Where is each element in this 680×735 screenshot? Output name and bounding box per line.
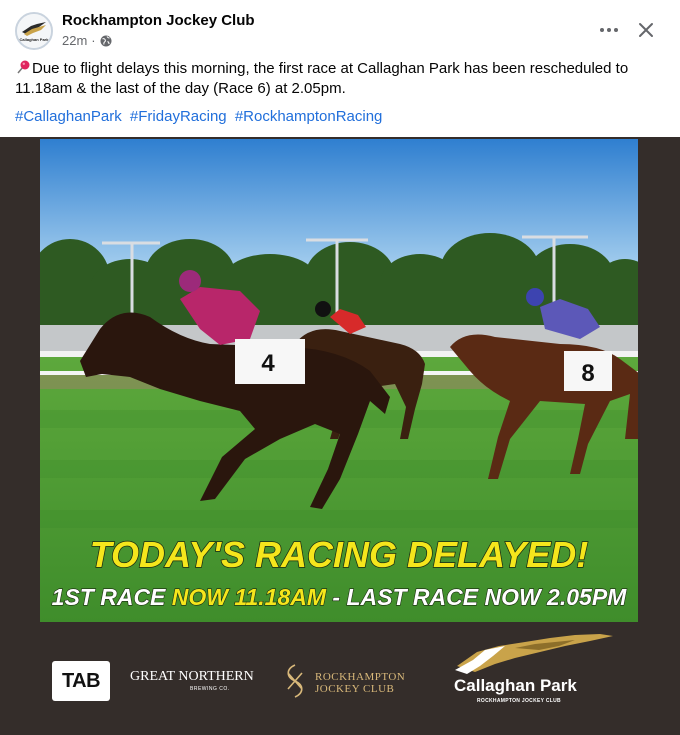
great-northern-subtitle: BREWING CO. xyxy=(190,686,230,692)
hashtag-callaghan-park[interactable]: #CallaghanPark xyxy=(15,108,122,125)
hashtag-friday-racing[interactable]: #FridayRacing xyxy=(130,108,227,125)
subline-last-race: - LAST RACE NOW 2.05PM xyxy=(326,584,627,610)
saddlecloth-number-8: 8 xyxy=(581,360,594,387)
saddlecloth-number-4: 4 xyxy=(261,350,275,377)
subline-first-time: NOW 11.18AM xyxy=(172,584,327,610)
hashtag-row: #CallaghanPark #FridayRacing #Rockhampto… xyxy=(15,107,386,127)
post-header: Callaghan Park Rockhampton Jockey Club 2… xyxy=(0,0,680,58)
more-options-icon xyxy=(600,28,618,32)
rjc-logo-text: ROCKHAMPTON JOCKEY CLUB xyxy=(315,671,405,695)
post-time[interactable]: 22m xyxy=(62,33,87,48)
post-body-text: Due to flight delays this morning, the f… xyxy=(15,60,629,97)
close-icon xyxy=(639,23,653,37)
more-options-button[interactable] xyxy=(594,16,624,44)
image-subline: 1ST RACE NOW 11.18AM - LAST RACE NOW 2.0… xyxy=(52,584,628,610)
race-photo: 8 4 TODAY'S RACING DELAYED! 1ST RACE NOW… xyxy=(40,139,638,622)
great-northern-logo: GREAT NORTHERN xyxy=(130,669,254,684)
tab-logo: TAB xyxy=(52,661,110,701)
image-headline: TODAY'S RACING DELAYED! xyxy=(90,534,589,575)
post-meta: 22m · xyxy=(62,33,112,48)
avatar-text: Callaghan Park xyxy=(20,37,50,42)
globe-icon xyxy=(100,35,112,46)
callaghan-park-horses-icon xyxy=(455,634,613,674)
facebook-post: Callaghan Park Rockhampton Jockey Club 2… xyxy=(0,0,680,735)
page-avatar[interactable]: Callaghan Park xyxy=(15,12,53,50)
close-button[interactable] xyxy=(632,16,660,44)
callaghan-park-subtitle: ROCKHAMPTON JOCKEY CLUB xyxy=(477,698,561,704)
rjc-line-1: ROCKHAMPTON xyxy=(315,671,406,683)
page-name-link[interactable]: Rockhampton Jockey Club xyxy=(62,12,255,29)
rjc-line-2: JOCKEY CLUB xyxy=(315,683,395,695)
post-body: Due to flight delays this morning, the f… xyxy=(15,59,665,99)
sponsor-bar: TAB GREAT NORTHERN BREWING CO. ROCKHAMPT… xyxy=(0,627,680,735)
racing-scene: 8 4 TODAY'S RACING DELAYED! 1ST RACE NOW… xyxy=(40,139,638,622)
callaghan-park-name: Callaghan Park xyxy=(454,676,577,695)
rjc-monogram-icon xyxy=(287,664,303,698)
pushpin-icon xyxy=(17,60,30,74)
avatar-logo-icon: Callaghan Park xyxy=(17,14,51,48)
meta-separator: · xyxy=(91,33,96,48)
post-image[interactable]: 8 4 TODAY'S RACING DELAYED! 1ST RACE NOW… xyxy=(0,137,680,735)
hashtag-rockhampton-racing[interactable]: #RockhamptonRacing xyxy=(235,108,383,125)
subline-first-race: 1ST RACE xyxy=(52,584,172,610)
